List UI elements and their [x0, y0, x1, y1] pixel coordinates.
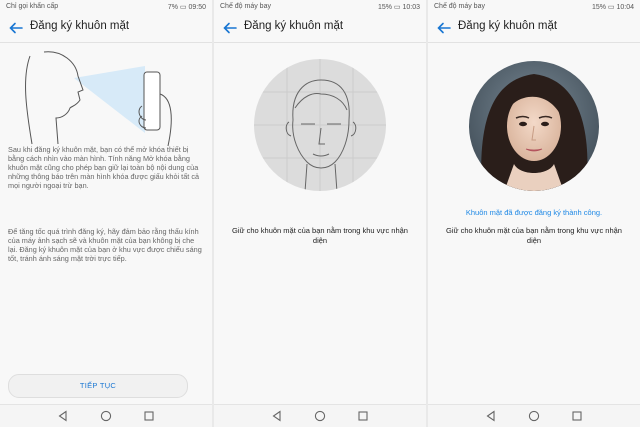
back-arrow-icon[interactable]: [222, 20, 238, 36]
head-silhouette: [43, 51, 84, 145]
nav-recents-icon[interactable]: [143, 410, 155, 422]
nav-recents-icon[interactable]: [357, 410, 369, 422]
status-right: 7% ▭ 09:50: [167, 4, 206, 11]
screen-success: Chế độ máy bay 15% ▭ 10:04 Đăng ký khuôn…: [428, 0, 640, 427]
status-bar: Chỉ gọi khẩn cấp 7% ▭ 09:50: [0, 0, 212, 14]
app-bar: Đăng ký khuôn mặt: [428, 14, 640, 43]
position-hint: Giữ cho khuôn mặt của bạn nằm trong khu …: [446, 226, 622, 245]
status-left: Chế độ máy bay: [434, 3, 485, 10]
page-title: Đăng ký khuôn mặt: [244, 20, 344, 32]
back-arrow-icon[interactable]: [436, 20, 452, 36]
back-arrow-icon[interactable]: [8, 20, 24, 36]
app-bar: Đăng ký khuôn mặt: [0, 14, 212, 43]
status-right: 15% ▭ 10:04: [591, 4, 634, 11]
phone-outline: [143, 71, 161, 131]
tips-text: Để tăng tốc quá trình đăng ký, hãy đảm b…: [8, 227, 202, 263]
navigation-bar: [214, 404, 426, 427]
navigation-bar: [0, 404, 212, 427]
nav-home-icon[interactable]: [314, 410, 326, 422]
description-text: Sau khi đăng ký khuôn mặt, bạn có thể mở…: [8, 145, 200, 190]
page-title: Đăng ký khuôn mặt: [30, 20, 130, 32]
app-bar: Đăng ký khuôn mặt: [214, 14, 426, 43]
screen-intro: Chỉ gọi khẩn cấp 7% ▭ 09:50 Đăng ký khuô…: [0, 0, 212, 427]
back-of-head: [25, 55, 33, 145]
nav-back-icon[interactable]: [271, 410, 283, 422]
page-title: Đăng ký khuôn mặt: [458, 20, 558, 32]
scan-beam: [74, 66, 145, 133]
status-right: 15% ▭ 10:03: [377, 4, 420, 11]
status-left: Chế độ máy bay: [220, 3, 271, 10]
face-scan-circle: [254, 59, 386, 191]
nav-back-icon[interactable]: [485, 410, 497, 422]
navigation-bar: [428, 404, 640, 427]
nav-home-icon[interactable]: [528, 410, 540, 422]
success-message: Khuôn mặt đã được đăng ký thành công.: [465, 208, 603, 217]
nav-recents-icon[interactable]: [571, 410, 583, 422]
nav-home-icon[interactable]: [100, 410, 112, 422]
status-bar: Chế độ máy bay 15% ▭ 10:04: [428, 0, 640, 14]
status-bar: Chế độ máy bay 15% ▭ 10:03: [214, 0, 426, 14]
position-hint: Giữ cho khuôn mặt của bạn nằm trong khu …: [232, 226, 408, 245]
continue-button[interactable]: TIẾP TỤC: [8, 374, 188, 398]
registered-face-photo: [469, 61, 599, 191]
status-left: Chỉ gọi khẩn cấp: [6, 3, 59, 10]
nav-back-icon[interactable]: [57, 410, 69, 422]
face-unlock-illustration: [25, 51, 172, 147]
screen-scanning: Chế độ máy bay 15% ▭ 10:03 Đăng ký khuôn…: [214, 0, 426, 427]
